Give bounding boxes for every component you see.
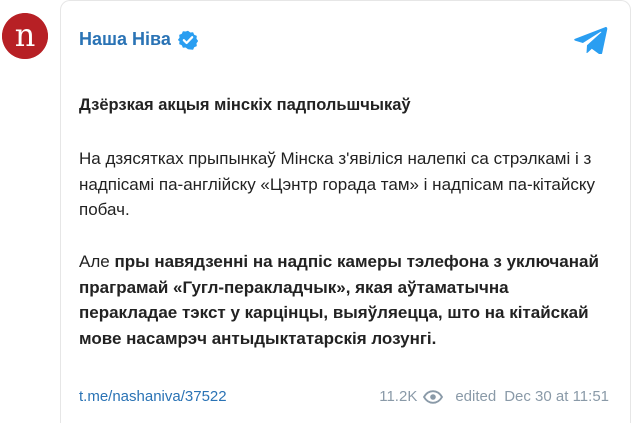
post-header: Наша Ніва — [60, 0, 631, 76]
verified-badge-icon — [177, 30, 199, 50]
nasha-niva-logo: n — [2, 13, 48, 59]
post-date[interactable]: Dec 30 at 11:51 — [504, 388, 609, 405]
view-count-value: 11.2K — [379, 388, 418, 405]
paragraph-2-bold: пры навядзенні на надпіс камеры тэлефона… — [79, 252, 599, 348]
post-paragraph-2: Але пры навядзенні на надпіс камеры тэле… — [79, 249, 599, 351]
paragraph-2-prefix: Але — [79, 252, 115, 271]
edited-label: edited — [455, 388, 497, 405]
channel-name-link[interactable]: Наша Ніва — [79, 29, 199, 50]
post-body: Дзёрзкая акцыя мінскіх падпольшчыкаў На … — [60, 76, 631, 423]
view-count: 11.2K — [379, 388, 444, 405]
telegram-icon[interactable] — [574, 26, 608, 55]
eye-icon — [423, 389, 444, 404]
channel-name[interactable]: Наша Ніва — [79, 29, 171, 50]
svg-text:n: n — [15, 16, 36, 54]
channel-avatar[interactable]: n — [2, 13, 48, 59]
post-title: Дзёрзкая акцыя мінскіх падпольшчыкаў — [79, 96, 411, 114]
post-footer: t.me/nashaniva/37522 11.2K edited Dec 30… — [79, 388, 609, 405]
post-link[interactable]: t.me/nashaniva/37522 — [79, 388, 227, 405]
post-paragraph-1: На дзясятках прыпынкаў Мінска з'явіліся … — [79, 149, 596, 219]
